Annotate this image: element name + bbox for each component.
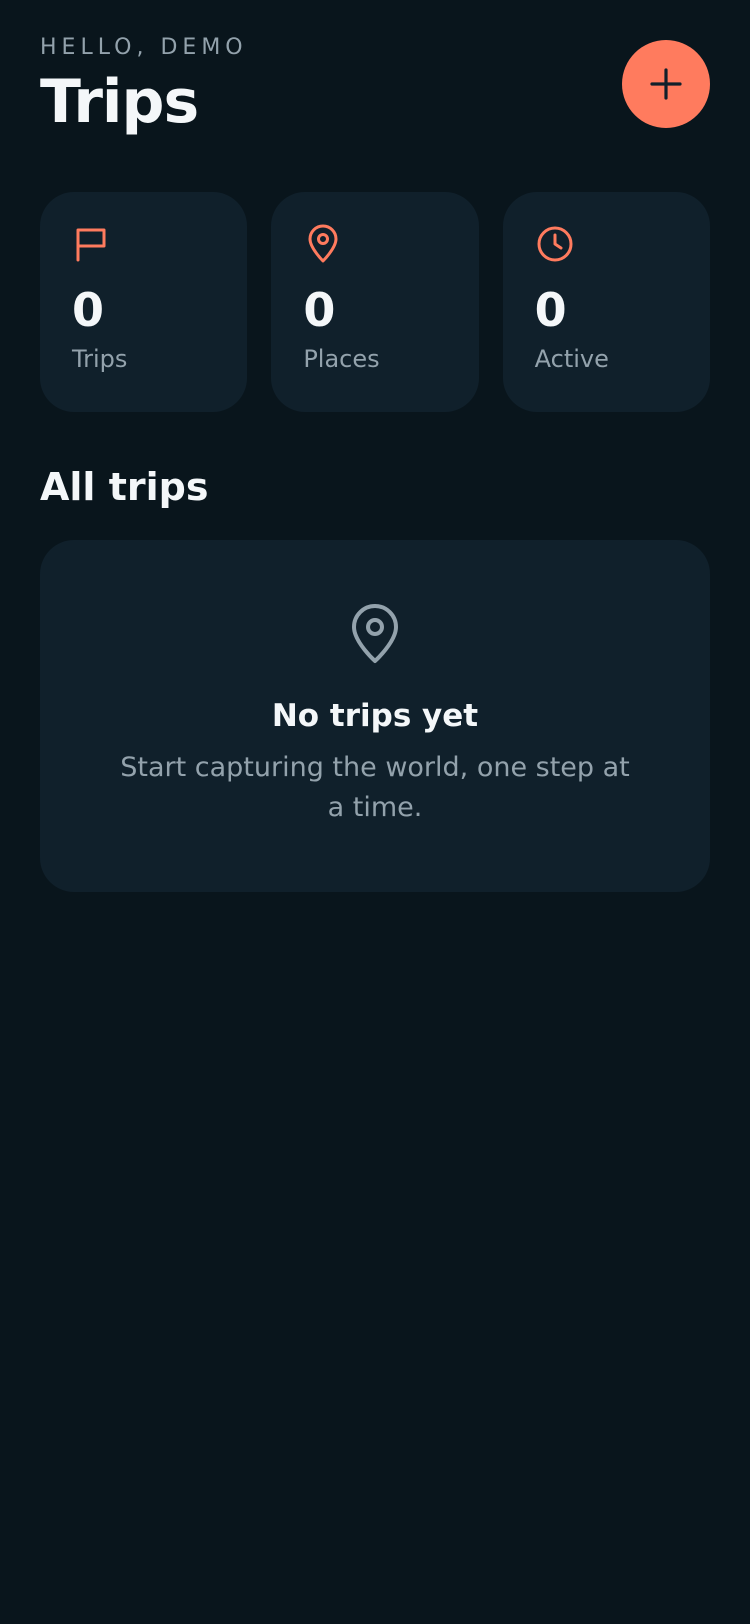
flag-icon xyxy=(76,228,106,262)
empty-state-text: Start capturing the world, one step at a… xyxy=(120,752,630,823)
stat-card-active: 0 Active xyxy=(502,192,710,412)
map-pin-icon xyxy=(352,604,398,663)
stat-value: 0 xyxy=(72,283,105,337)
stat-label: Active xyxy=(534,345,609,373)
map-pin-icon xyxy=(308,224,338,263)
stat-label: Places xyxy=(303,345,380,373)
section-title: All trips xyxy=(40,465,209,509)
greeting-text: HELLO, DEMO xyxy=(40,35,248,60)
page-title: Trips xyxy=(40,67,199,137)
empty-state-card: No trips yet Start capturing the world, … xyxy=(40,540,710,892)
stats-row: 0 Trips 0 Places 0 Active xyxy=(40,192,710,412)
stat-card-trips: 0 Trips xyxy=(40,192,248,412)
stat-card-places: 0 Places xyxy=(271,192,479,412)
page-header: HELLO, DEMO Trips xyxy=(40,30,710,140)
add-trip-button[interactable] xyxy=(622,40,710,128)
stat-value: 0 xyxy=(303,283,336,337)
clock-icon xyxy=(537,226,573,262)
plus-icon xyxy=(650,68,682,100)
stat-label: Trips xyxy=(72,345,128,373)
stat-value: 0 xyxy=(534,283,567,337)
empty-state-title: No trips yet xyxy=(271,698,479,734)
